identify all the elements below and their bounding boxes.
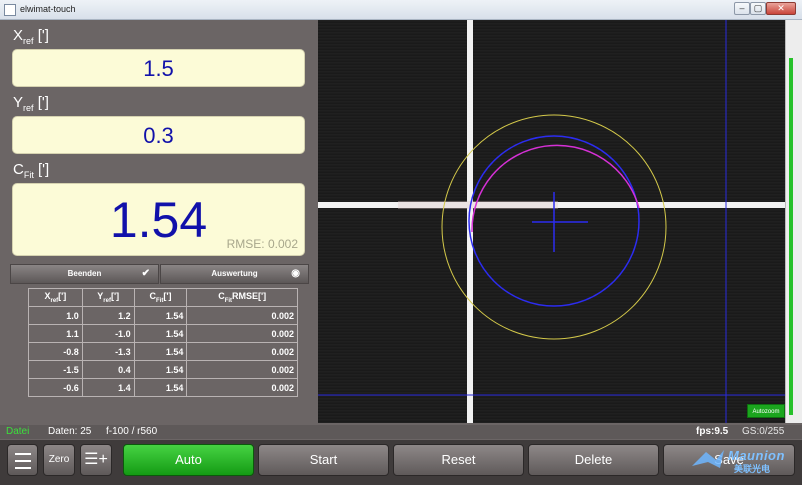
measurement-table: Xref['] Yref['] CFit['] CFitRMSE['] 1.0 … xyxy=(28,288,298,397)
watermark-text: Maunion xyxy=(728,448,785,463)
table-cell: -1.0 xyxy=(81,324,135,343)
table-row[interactable]: -0.6 1.4 1.54 0.002 xyxy=(28,378,298,397)
watermark-icon xyxy=(692,450,724,468)
table-row[interactable]: -1.5 0.4 1.54 0.002 xyxy=(28,360,298,379)
delete-button[interactable]: Delete xyxy=(528,444,659,476)
col-header-cfit: CFit['] xyxy=(133,288,188,307)
beenden-label: Beenden xyxy=(67,269,102,278)
status-focus-ring: f-100 / r560 xyxy=(106,426,158,437)
hamburger-icon xyxy=(15,453,31,455)
c-fit-label: CFit ['] xyxy=(13,161,50,180)
auswertung-button[interactable]: Auswertung ◉ xyxy=(160,264,309,284)
beenden-button[interactable]: Beenden ✔ xyxy=(10,264,159,284)
camera-horizontal-glow xyxy=(398,201,558,209)
table-cell: -1.5 xyxy=(28,360,83,379)
list-add-icon: ☰+ xyxy=(84,451,108,468)
table-cell: 1.1 xyxy=(28,324,83,343)
camera-view[interactable] xyxy=(318,20,785,423)
rmse-label: RMSE: 0.002 xyxy=(226,237,298,251)
status-fps: fps:9.5 xyxy=(696,426,729,437)
zero-button[interactable]: Zero xyxy=(43,444,75,476)
right-scroll-strip[interactable] xyxy=(785,20,802,423)
title-bar: elwimat-touch – ▢ ✕ xyxy=(0,0,802,20)
table-header-row: Xref['] Yref['] CFit['] CFitRMSE['] xyxy=(28,288,298,307)
autozoom-button[interactable]: Autozoom xyxy=(747,404,785,418)
auswertung-label: Auswertung xyxy=(211,269,258,278)
x-ref-value: 1.5 xyxy=(12,49,305,87)
col-header-yref: Yref['] xyxy=(81,288,135,307)
table-cell: 1.54 xyxy=(133,360,188,379)
table-cell: -0.6 xyxy=(28,378,83,397)
window-title: elwimat-touch xyxy=(20,4,76,14)
hamburger-icon xyxy=(15,460,31,462)
table-cell: 1.54 xyxy=(133,324,188,343)
table-cell: 0.002 xyxy=(186,306,298,325)
close-button[interactable]: ✕ xyxy=(766,2,796,15)
status-datei[interactable]: Datei xyxy=(6,425,29,439)
col-header-xref: Xref['] xyxy=(28,288,83,307)
maximize-button[interactable]: ▢ xyxy=(750,2,766,15)
camera-overlay xyxy=(318,20,785,423)
list-add-button[interactable]: ☰+ xyxy=(80,444,112,476)
eye-icon: ◉ xyxy=(291,268,300,279)
status-grayscale: GS:0/255 xyxy=(742,426,785,437)
app-window: elwimat-touch – ▢ ✕ Xref ['] 1.5 Yref ['… xyxy=(0,0,802,485)
table-cell: -1.3 xyxy=(81,342,135,361)
status-bar: Datei Daten: 25 f-100 / r560 fps:9.5 GS:… xyxy=(0,425,802,439)
reset-button[interactable]: Reset xyxy=(393,444,524,476)
table-cell: 0.002 xyxy=(186,342,298,361)
table-cell: 1.54 xyxy=(133,306,188,325)
hamburger-icon xyxy=(15,467,31,469)
table-cell: 0.002 xyxy=(186,378,298,397)
y-ref-value: 0.3 xyxy=(12,116,305,154)
watermark-logo: Maunion 美联光电 xyxy=(690,446,794,476)
table-cell: 0.002 xyxy=(186,360,298,379)
table-cell: -0.8 xyxy=(28,342,83,361)
app-icon xyxy=(4,4,16,16)
status-daten: Daten: 25 xyxy=(48,426,92,437)
table-cell: 0.002 xyxy=(186,324,298,343)
table-cell: 1.54 xyxy=(133,378,188,397)
menu-button[interactable] xyxy=(7,444,38,476)
table-cell: 1.0 xyxy=(28,306,83,325)
table-cell: 1.4 xyxy=(81,378,135,397)
c-fit-value-box: 1.54 RMSE: 0.002 xyxy=(12,183,305,256)
start-button[interactable]: Start xyxy=(258,444,389,476)
minimize-button[interactable]: – xyxy=(734,2,750,15)
x-ref-label: Xref ['] xyxy=(13,27,49,46)
auto-button[interactable]: Auto xyxy=(123,444,254,476)
c-fit-value: 1.54 xyxy=(109,192,208,248)
level-indicator-bar xyxy=(789,58,793,415)
table-cell: 0.4 xyxy=(81,360,135,379)
watermark-cn: 美联光电 xyxy=(734,464,771,474)
y-ref-label: Yref ['] xyxy=(13,94,49,113)
table-row[interactable]: 1.1 -1.0 1.54 0.002 xyxy=(28,324,298,343)
table-cell: 1.2 xyxy=(81,306,135,325)
checkmark-icon: ✔ xyxy=(141,268,150,279)
table-cell: 1.54 xyxy=(133,342,188,361)
col-header-cfit-rmse: CFitRMSE['] xyxy=(186,288,298,307)
table-row[interactable]: 1.0 1.2 1.54 0.002 xyxy=(28,306,298,325)
table-row[interactable]: -0.8 -1.3 1.54 0.002 xyxy=(28,342,298,361)
